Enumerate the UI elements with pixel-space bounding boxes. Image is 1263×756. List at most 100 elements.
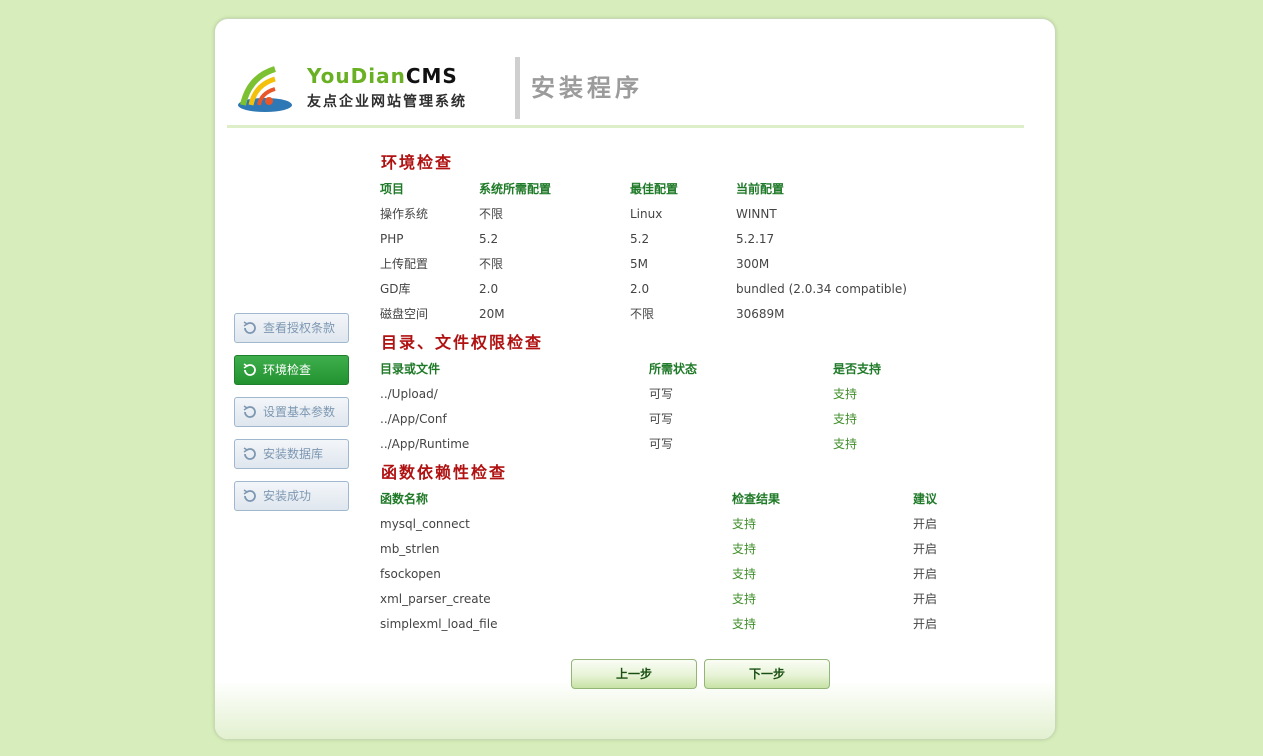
cell-advice: 开启	[913, 517, 938, 531]
cell-best: 5.2	[630, 232, 650, 246]
col-header: 最佳配置	[630, 182, 679, 196]
cell-current: 300M	[736, 257, 770, 271]
cell-path: ../App/Conf	[380, 412, 447, 426]
step-nav: 查看授权条款 环境检查 设置基本参数 安装数据库 安装成功	[234, 313, 349, 523]
step-install-db[interactable]: 安装数据库	[234, 439, 349, 469]
step-label: 安装数据库	[263, 447, 324, 461]
cell-advice: 开启	[913, 617, 938, 631]
cell-item: GD库	[380, 282, 411, 296]
cell-required-state: 可写	[649, 437, 674, 451]
step-success[interactable]: 安装成功	[234, 481, 349, 511]
col-header: 当前配置	[736, 182, 785, 196]
logo-en-part2: CMS	[405, 64, 458, 88]
cell-required: 2.0	[479, 282, 499, 296]
env-table-header: 项目 系统所需配置 最佳配置 当前配置	[380, 177, 1020, 202]
cell-required: 5.2	[479, 232, 499, 246]
cell-result: 支持	[732, 542, 757, 556]
cell-best: 2.0	[630, 282, 650, 296]
func-check-title: 函数依赖性检查	[381, 463, 508, 482]
cell-supported: 支持	[833, 437, 858, 451]
func-table-header: 函数名称 检查结果 建议	[380, 487, 1020, 512]
cell-result: 支持	[732, 617, 757, 631]
cell-advice: 开启	[913, 567, 938, 581]
refresh-icon	[243, 363, 256, 376]
table-row: 操作系统 不限 Linux WINNT	[380, 202, 1020, 227]
cell-item: 磁盘空间	[380, 307, 429, 321]
col-header: 建议	[913, 492, 938, 506]
table-row: PHP 5.2 5.2 5.2.17	[380, 227, 1020, 252]
refresh-icon	[243, 489, 256, 502]
next-button[interactable]: 下一步	[704, 659, 830, 689]
cell-current: 30689M	[736, 307, 785, 321]
col-header: 项目	[380, 182, 405, 196]
frame-footer-gradient	[215, 681, 1055, 739]
table-row: 上传配置 不限 5M 300M	[380, 252, 1020, 277]
cell-advice: 开启	[913, 542, 938, 556]
step-env-check[interactable]: 环境检查	[234, 355, 349, 385]
step-basic-params[interactable]: 设置基本参数	[234, 397, 349, 427]
cell-function: xml_parser_create	[380, 592, 491, 606]
cell-current: 5.2.17	[736, 232, 775, 246]
logo-mark-icon	[238, 66, 292, 112]
cell-function: simplexml_load_file	[380, 617, 498, 631]
col-header: 函数名称	[380, 492, 429, 506]
table-row: ../Upload/ 可写 支持	[380, 382, 1020, 407]
cell-advice: 开启	[913, 592, 938, 606]
refresh-icon	[243, 447, 256, 460]
cell-best: 不限	[630, 307, 655, 321]
table-row: xml_parser_create 支持 开启	[380, 587, 1020, 612]
cell-path: ../Upload/	[380, 387, 438, 401]
cell-function: mysql_connect	[380, 517, 470, 531]
table-row: mysql_connect 支持 开启	[380, 512, 1020, 537]
cell-item: PHP	[380, 232, 404, 246]
col-header: 目录或文件	[380, 362, 441, 376]
cell-required: 不限	[479, 207, 504, 221]
logo: YouDianCMS 友点企业网站管理系统	[235, 63, 497, 115]
table-row: ../App/Runtime 可写 支持	[380, 432, 1020, 457]
col-header: 所需状态	[649, 362, 698, 376]
cell-best: 5M	[630, 257, 648, 271]
table-row: mb_strlen 支持 开启	[380, 537, 1020, 562]
step-label: 安装成功	[263, 489, 312, 503]
cell-required-state: 可写	[649, 412, 674, 426]
cell-required-state: 可写	[649, 387, 674, 401]
cell-item: 上传配置	[380, 257, 429, 271]
cell-function: mb_strlen	[380, 542, 440, 556]
cell-required: 不限	[479, 257, 504, 271]
cell-path: ../App/Runtime	[380, 437, 470, 451]
installer-window: YouDianCMS 友点企业网站管理系统 安装程序 查看授权条款 环境检查 设…	[214, 18, 1056, 740]
page-title: 安装程序	[531, 74, 643, 102]
header-divider	[515, 57, 520, 119]
cell-supported: 支持	[833, 387, 858, 401]
cell-function: fsockopen	[380, 567, 441, 581]
refresh-icon	[243, 321, 256, 334]
header: YouDianCMS 友点企业网站管理系统 安装程序	[227, 55, 1024, 128]
cell-result: 支持	[732, 517, 757, 531]
step-label: 设置基本参数	[263, 405, 336, 419]
step-label: 环境检查	[263, 363, 312, 377]
cell-result: 支持	[732, 592, 757, 606]
env-check-title: 环境检查	[381, 153, 454, 172]
cell-item: 操作系统	[380, 207, 429, 221]
cell-current: bundled (2.0.34 compatible)	[736, 282, 907, 296]
step-label: 查看授权条款	[263, 321, 336, 335]
cell-best: Linux	[630, 207, 663, 221]
logo-en-part1: YouDian	[307, 64, 406, 88]
cell-supported: 支持	[833, 412, 858, 426]
logo-english: YouDianCMS	[307, 65, 458, 87]
table-row: GD库 2.0 2.0 bundled (2.0.34 compatible)	[380, 277, 1020, 302]
table-row: 磁盘空间 20M 不限 30689M	[380, 302, 1020, 327]
refresh-icon	[243, 405, 256, 418]
table-row: simplexml_load_file 支持 开启	[380, 612, 1020, 637]
col-header: 检查结果	[732, 492, 781, 506]
col-header: 是否支持	[833, 362, 882, 376]
table-row: fsockopen 支持 开启	[380, 562, 1020, 587]
perm-table-header: 目录或文件 所需状态 是否支持	[380, 357, 1020, 382]
col-header: 系统所需配置	[479, 182, 552, 196]
logo-chinese: 友点企业网站管理系统	[307, 94, 467, 110]
cell-current: WINNT	[736, 207, 777, 221]
cell-result: 支持	[732, 567, 757, 581]
step-license[interactable]: 查看授权条款	[234, 313, 349, 343]
prev-button[interactable]: 上一步	[571, 659, 697, 689]
cell-required: 20M	[479, 307, 505, 321]
